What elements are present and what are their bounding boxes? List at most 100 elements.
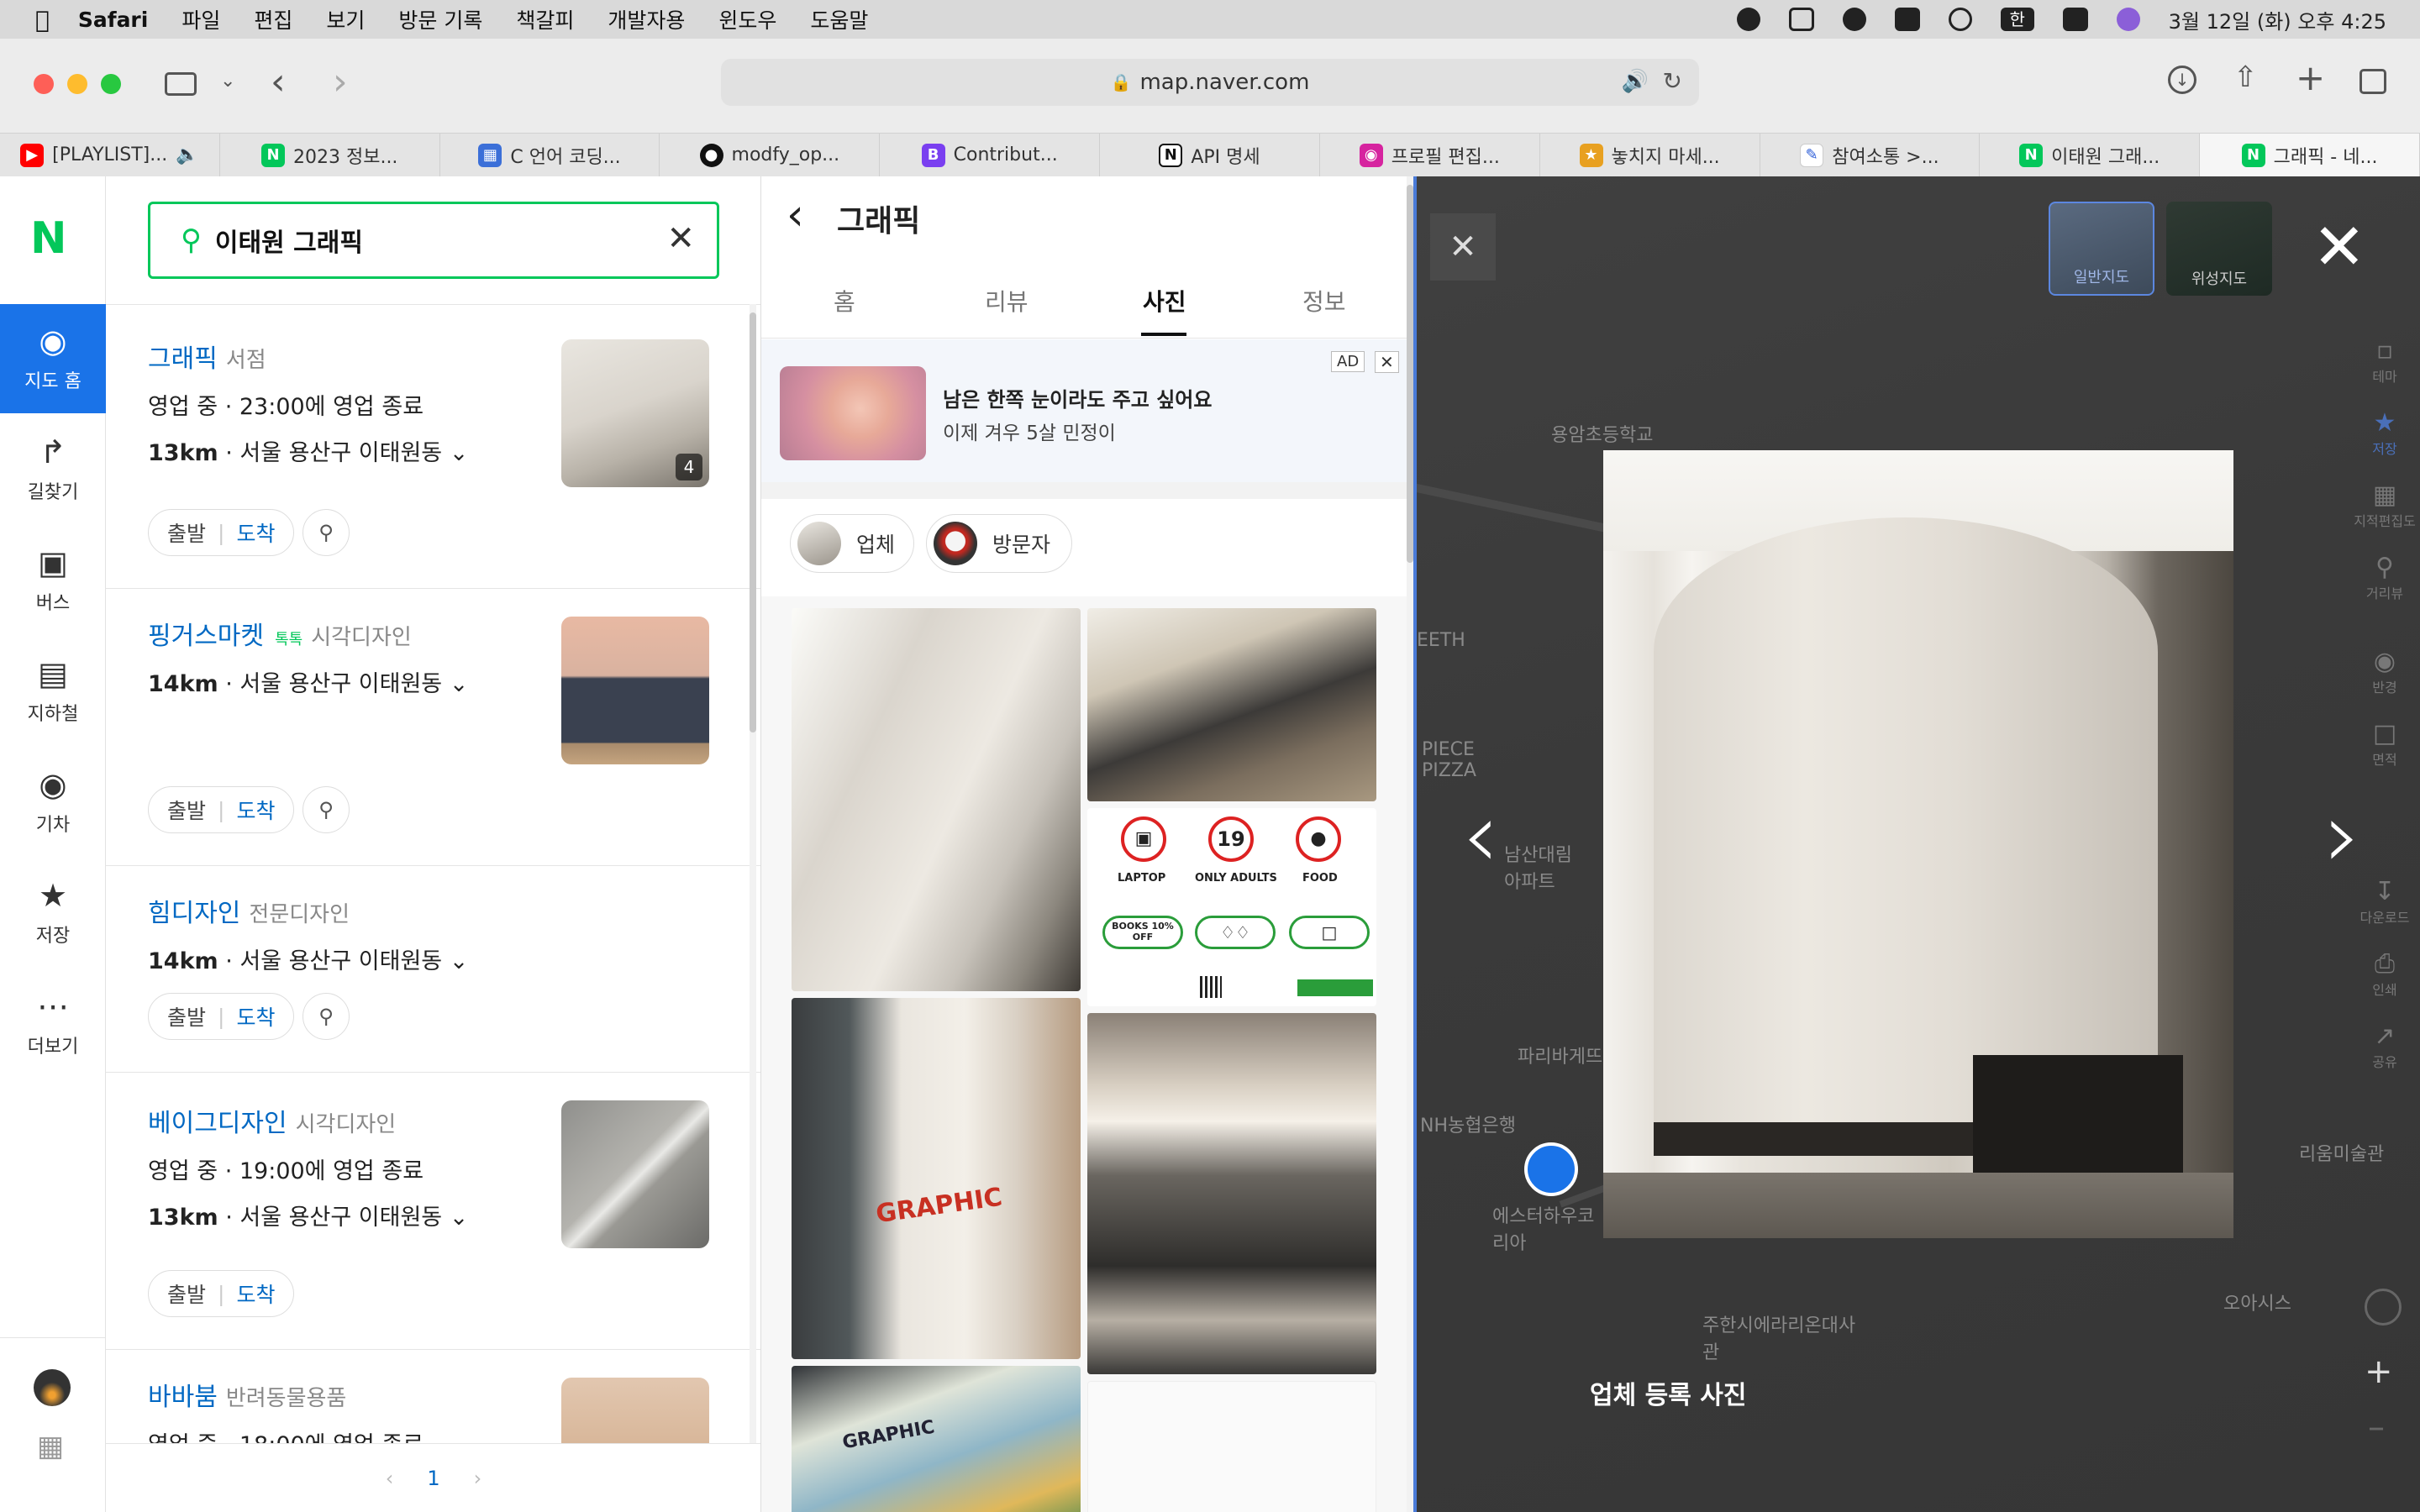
menu-item-edit[interactable]: 편집 — [254, 4, 292, 34]
detail-scrollbar[interactable] — [1407, 176, 1413, 1512]
close-window-button[interactable] — [34, 74, 54, 94]
chat-icon[interactable] — [1842, 8, 1866, 31]
map-type-normal[interactable]: 일반지도 — [2049, 202, 2154, 296]
tool-area[interactable]: □ 면적 — [2349, 719, 2420, 769]
depart-button[interactable]: 출발 — [167, 517, 206, 548]
nav-directions[interactable]: ↱ 길찾기 — [0, 415, 106, 524]
chevron-down-icon[interactable]: ⌄ — [220, 71, 235, 92]
menu-item-bookmarks[interactable]: 책갈피 — [516, 4, 574, 34]
location-pin-button[interactable]: ⚲ — [302, 786, 350, 833]
close-icon[interactable]: ✕ — [666, 219, 695, 258]
viewer-close-button[interactable]: ✕ — [2312, 215, 2366, 279]
tab-home[interactable]: 홈 — [834, 284, 855, 318]
new-tab-icon[interactable]: + — [2296, 57, 2325, 98]
tool-print[interactable]: ⎙ 인쇄 — [2349, 949, 2420, 999]
menu-item-develop[interactable]: 개발자용 — [608, 4, 685, 34]
prev-page-icon[interactable]: ‹ — [386, 1467, 394, 1490]
list-item[interactable]: 힘디자인 전문디자인 14km · 서울 용산구 이태원동 ⌄ — [148, 892, 551, 975]
location-pin-button[interactable]: ⚲ — [302, 993, 350, 1040]
tool-streetview[interactable]: ⚲ 거리뷰 — [2349, 553, 2420, 602]
ad-banner[interactable]: 남은 한쪽 눈이라도 주고 싶어요 이제 겨우 5살 민정이 AD ✕ — [761, 339, 1413, 482]
photo-interior-atrium[interactable] — [1087, 1013, 1376, 1374]
result-thumbnail[interactable] — [561, 617, 709, 764]
download-icon[interactable]: ↓ — [2168, 66, 2196, 94]
tab-bootstrap[interactable]: B Contribut... — [880, 134, 1101, 176]
viewer-left-close-button[interactable]: ✕ — [1430, 213, 1496, 281]
play-icon[interactable] — [1948, 8, 1972, 31]
apple-icon[interactable]:  — [35, 6, 50, 34]
naver-logo[interactable]: N — [30, 213, 67, 264]
nav-map-home[interactable]: ◉ 지도 홈 — [0, 304, 106, 413]
ad-close-icon[interactable]: ✕ — [1375, 351, 1399, 373]
tab-photos[interactable]: 사진 — [1143, 284, 1186, 318]
forward-button[interactable]: › — [333, 60, 348, 103]
tab-gov[interactable]: ✎ 참여소통 >... — [1760, 134, 1981, 176]
search-box[interactable]: ⚲ 이태원 그래픽 ✕ — [148, 202, 719, 279]
photo-rules-sign[interactable]: ▣ 19 ● LAPTOP ONLY ADULTS FOOD BOOKS 10%… — [1087, 808, 1376, 1006]
depart-button[interactable]: 출발 — [167, 1001, 206, 1032]
arrive-button[interactable]: 도착 — [236, 795, 275, 825]
chevron-down-icon[interactable]: ⌄ — [450, 440, 469, 466]
result-title[interactable]: 베이그디자인 — [148, 1109, 287, 1138]
photo-magazine[interactable]: GRAPHIC — [792, 1366, 1081, 1512]
menu-item-file[interactable]: 파일 — [182, 4, 220, 34]
back-button[interactable]: ‹ — [271, 60, 286, 103]
zoom-out-button[interactable]: – — [2368, 1408, 2385, 1446]
location-pin-button[interactable]: ⚲ — [302, 509, 350, 556]
tab-review[interactable]: 리뷰 — [985, 284, 1028, 318]
control-center-icon[interactable] — [2062, 8, 2088, 31]
tab-blog[interactable]: ▦ C 언어 코딩... — [440, 134, 660, 176]
apps-grid-icon[interactable]: ▦ — [37, 1430, 64, 1463]
tool-share[interactable]: ↗ 공유 — [2349, 1021, 2420, 1071]
tab-youtube[interactable]: ▶ [PLAYLIST]... 🔈 — [0, 134, 220, 176]
tool-cadastral[interactable]: ▦ 지적편집도 — [2349, 480, 2420, 530]
tab-naver-2[interactable]: N 이태원 그래... — [1980, 134, 2201, 176]
zoom-in-button[interactable]: + — [2365, 1352, 2393, 1391]
zoom-window-button[interactable] — [101, 74, 121, 94]
photo-placeholder[interactable] — [1087, 1381, 1376, 1512]
prev-photo-arrow[interactable]: ‹ — [1462, 781, 1499, 889]
chevron-down-icon[interactable]: ⌄ — [450, 948, 469, 974]
share-icon[interactable]: ⇧ — [2233, 60, 2258, 94]
list-item[interactable]: 베이그디자인 시각디자인 영업 중 · 19:00에 영업 종료 13km · 서… — [148, 1102, 551, 1231]
input-method-indicator[interactable]: 한 — [2000, 8, 2034, 31]
chevron-down-icon[interactable]: ⌄ — [450, 1205, 469, 1231]
tool-save[interactable]: ★ 저장 — [2349, 408, 2420, 458]
tab-naver-1[interactable]: N 2023 정보... — [220, 134, 440, 176]
photo-coffee-cup[interactable]: GRAPHIC — [792, 998, 1081, 1359]
menu-item-view[interactable]: 보기 — [326, 4, 365, 34]
tool-theme[interactable]: ▫ 테마 — [2349, 336, 2420, 386]
scrollbar-thumb[interactable] — [1407, 185, 1413, 563]
viewer-photo[interactable] — [1603, 450, 2233, 1238]
address-bar[interactable]: 🔒 map.naver.com 🔊 ↻ — [721, 59, 1699, 106]
reload-icon[interactable]: ↻ — [1663, 67, 1682, 95]
result-title[interactable]: 그래픽 — [148, 344, 218, 374]
photo-interior-stairs[interactable] — [1087, 608, 1376, 801]
tab-naver-active[interactable]: N 그래픽 - 네... — [2200, 134, 2420, 176]
locate-icon[interactable] — [2365, 1289, 2402, 1326]
chevron-down-icon[interactable]: ⌄ — [450, 671, 469, 697]
tab-overview-icon[interactable] — [2360, 69, 2386, 94]
scrollbar-thumb[interactable] — [750, 312, 756, 732]
next-photo-arrow[interactable]: › — [2324, 781, 2361, 889]
nav-more[interactable]: ⋯ 더보기 — [0, 969, 106, 1079]
minimize-window-button[interactable] — [67, 74, 87, 94]
tab-info[interactable]: 정보 — [1302, 284, 1346, 318]
result-thumbnail[interactable] — [561, 1100, 709, 1248]
list-item[interactable]: 그래픽 서점 영업 중 · 23:00에 영업 종료 13km · 서울 용산구 … — [148, 338, 551, 467]
photo-building-exterior[interactable] — [792, 608, 1081, 991]
tool-radius[interactable]: ◉ 반경 — [2349, 647, 2420, 696]
window-icon[interactable] — [1788, 8, 1814, 31]
menu-item-window[interactable]: 윈도우 — [718, 4, 776, 34]
arrive-button[interactable]: 도착 — [236, 517, 275, 548]
page-number[interactable]: 1 — [427, 1467, 439, 1490]
list-item[interactable]: 핑거스마켓 톡톡 시각디자인 14km · 서울 용산구 이태원동 ⌄ — [148, 615, 551, 698]
scrollbar[interactable] — [750, 304, 756, 1443]
depart-button[interactable]: 출발 — [167, 795, 206, 825]
keyboard-icon[interactable] — [1894, 8, 1920, 31]
menu-item-history[interactable]: 방문 기록 — [398, 4, 482, 34]
menu-app-name[interactable]: Safari — [78, 8, 149, 32]
nav-train[interactable]: ◉ 기차 — [0, 748, 106, 857]
next-page-icon[interactable]: › — [474, 1467, 482, 1490]
tab-github[interactable]: ● modfy_op... — [660, 134, 881, 176]
